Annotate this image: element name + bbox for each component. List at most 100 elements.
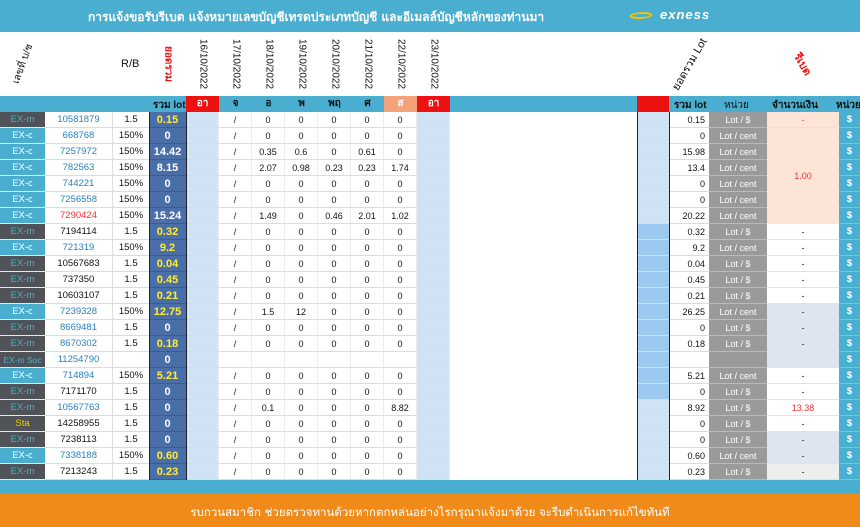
lot-total: 5.21 <box>149 368 186 384</box>
daily-lot: 0.46 <box>318 208 351 224</box>
daily-lot <box>186 112 219 128</box>
rebate-rate: 1.5 <box>113 256 149 272</box>
currency-symbol: $ <box>839 224 860 240</box>
daily-lot: / <box>219 384 252 400</box>
col-header-date-label: 22/10/2022 <box>395 38 406 90</box>
daily-lot: / <box>219 320 252 336</box>
marker-cell <box>637 352 669 368</box>
rebate-rate: 150% <box>113 240 149 256</box>
daily-lot <box>186 224 219 240</box>
lot-total: 0.60 <box>149 448 186 464</box>
daily-lot: 0.6 <box>285 144 318 160</box>
rebate-rate: 150% <box>113 176 149 192</box>
daily-lot: 0 <box>252 240 285 256</box>
rebate-amount-merged: 1.00 <box>767 128 839 224</box>
marker-cell <box>637 448 669 464</box>
col-header-sum-lot-label: ยอดรวม Lot <box>670 36 710 93</box>
daily-lot: 0 <box>285 320 318 336</box>
daily-lot: 0 <box>252 224 285 240</box>
daily-lot <box>186 352 219 368</box>
daily-lot <box>417 368 450 384</box>
lot-total: 12.75 <box>149 304 186 320</box>
subheader-sum-lot-right: รวม lot <box>674 100 707 111</box>
lot-total: 9.2 <box>149 240 186 256</box>
rebate-rate: 150% <box>113 160 149 176</box>
daily-lot: 0 <box>318 320 351 336</box>
daily-lot <box>186 400 219 416</box>
daily-lot: 0 <box>384 288 417 304</box>
rebate-rate: 150% <box>113 128 149 144</box>
lot-sum: 0 <box>669 128 709 144</box>
daily-lot: 0 <box>252 432 285 448</box>
unit-label: Lot / $ <box>709 432 767 448</box>
daily-lot: 0 <box>318 144 351 160</box>
marker-cell <box>637 176 669 192</box>
daily-lot: / <box>219 176 252 192</box>
marker-cell <box>637 368 669 384</box>
daily-lot: 0 <box>351 416 384 432</box>
unit-label: Lot / cent <box>709 176 767 192</box>
marker-cell <box>637 288 669 304</box>
lot-sum: 5.21 <box>669 368 709 384</box>
logo-swoosh-icon <box>627 12 655 20</box>
currency-symbol: $ <box>839 464 860 480</box>
col-header-rb: R/B <box>113 32 149 96</box>
account-type: EX-m <box>0 288 45 304</box>
account-number: 8670302 <box>45 336 113 352</box>
table-row: EX-m 8670302 1.5 0.18/0 0 0 0 0 0.18 Lot / $ - $ <box>0 336 860 352</box>
marker-cell <box>637 272 669 288</box>
daily-lot <box>186 192 219 208</box>
daily-lot: 0.23 <box>318 160 351 176</box>
rebate-rate: 1.5 <box>113 464 149 480</box>
daily-lot: 0 <box>384 176 417 192</box>
col-header-date-label: 17/10/2022 <box>230 38 241 90</box>
daily-lot: 0 <box>318 336 351 352</box>
account-type: EX-c <box>0 368 45 384</box>
daily-lot <box>186 368 219 384</box>
currency-symbol: $ <box>839 336 860 352</box>
daily-lot: / <box>219 304 252 320</box>
daily-lot: 0 <box>384 272 417 288</box>
daily-lot: 0 <box>252 384 285 400</box>
col-header-date-label: 16/10/2022 <box>197 38 208 90</box>
daily-lot: 1.74 <box>384 160 417 176</box>
account-number: 7238113 <box>45 432 113 448</box>
daily-lot: 0 <box>252 112 285 128</box>
rebate-rate: 150% <box>113 144 149 160</box>
daily-lot: / <box>219 112 252 128</box>
lot-total: 0.18 <box>149 336 186 352</box>
daily-lot <box>417 320 450 336</box>
daily-lot <box>186 304 219 320</box>
daily-lot: / <box>219 208 252 224</box>
daily-lot: 0 <box>318 448 351 464</box>
daily-lot: 0 <box>252 448 285 464</box>
table-row: EX-m 10567763 1.5 0/0.1 0 0 0 8.82 8.92 Lot / $13… <box>0 400 860 416</box>
daily-lot <box>417 176 450 192</box>
daily-lot <box>384 352 417 368</box>
currency-symbol: $ <box>839 128 860 144</box>
lot-total: 0 <box>149 176 186 192</box>
daily-lot: 0 <box>351 384 384 400</box>
daily-lot: / <box>219 368 252 384</box>
daily-lot: 0 <box>252 192 285 208</box>
unit-label: Lot / cent <box>709 448 767 464</box>
daily-lot <box>417 112 450 128</box>
table-row: EX-c 668768 150% 0/0 0 0 0 0 0 Lot / cent $ <box>0 128 860 144</box>
lot-sum: 0 <box>669 192 709 208</box>
rebate-amount <box>767 352 839 368</box>
col-header-lot: ยอดรวม <box>149 32 186 96</box>
unit-label: Lot / cent <box>709 144 767 160</box>
account-type: EX-c <box>0 304 45 320</box>
daily-lot: 0 <box>318 304 351 320</box>
unit-label: Lot / $ <box>709 288 767 304</box>
daily-lot: 0 <box>252 176 285 192</box>
daily-lot: 0 <box>384 320 417 336</box>
subheader-unit-right: หน่วย <box>836 100 860 111</box>
daily-lot: 0 <box>318 368 351 384</box>
lot-total: 0 <box>149 432 186 448</box>
lot-total: 0 <box>149 192 186 208</box>
daily-lot: 0 <box>384 416 417 432</box>
account-number: 721319 <box>45 240 113 256</box>
rebate-rate: 1.5 <box>113 336 149 352</box>
unit-label: Lot / $ <box>709 256 767 272</box>
